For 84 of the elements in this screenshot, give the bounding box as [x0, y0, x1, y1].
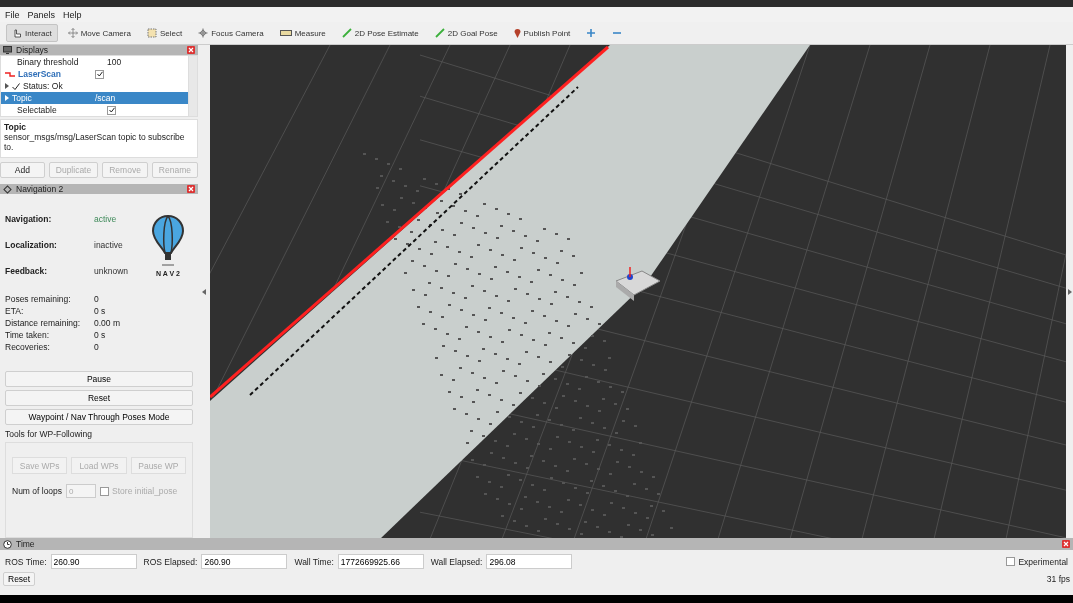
- stat-label: ETA:: [5, 306, 25, 316]
- row-label: Topic: [1, 93, 95, 103]
- menu-item[interactable]: Panels: [27, 9, 56, 20]
- robot-drawing: [615, 266, 661, 301]
- checkbox[interactable]: [107, 105, 116, 115]
- ruler-icon: [279, 30, 292, 36]
- navigation-button[interactable]: Waypoint / Nav Through Poses Mode: [5, 409, 193, 425]
- toolbar-tool-button[interactable]: Move Camera: [61, 24, 137, 42]
- row-label: Binary threshold: [16, 57, 80, 67]
- panel-title: Time: [16, 539, 35, 549]
- stat-label: Distance remaining:: [5, 318, 82, 328]
- status-label: Navigation:: [5, 214, 53, 224]
- clock-icon: [3, 539, 12, 549]
- status-label: Localization:: [5, 240, 58, 250]
- row-label: LaserScan: [1, 69, 95, 79]
- navigation-button[interactable]: Reset: [5, 390, 193, 406]
- row-value: 100: [107, 57, 122, 67]
- close-icon[interactable]: [1062, 540, 1070, 548]
- selection-box-icon: [146, 28, 157, 38]
- description-title: Topic: [4, 122, 28, 132]
- toolbar-tool-button[interactable]: Focus Camera: [192, 24, 270, 42]
- time-input-field[interactable]: 260.90: [50, 554, 137, 569]
- toolbar-tool-button[interactable]: Measure: [273, 24, 332, 42]
- status-value: unknown: [94, 266, 129, 276]
- stat-label: Poses remaining:: [5, 294, 72, 304]
- cursor-hand-icon: [12, 28, 22, 38]
- panel-title: Displays: [16, 45, 49, 55]
- crosshair-icon: [198, 28, 209, 38]
- balloon-logo-icon: [151, 214, 185, 266]
- experimental-checkbox[interactable]: Experimental: [1006, 556, 1068, 567]
- time-input-field[interactable]: 260.90: [201, 554, 288, 569]
- toolbar-tool-button[interactable]: Interact: [6, 24, 58, 42]
- time-label: Wall Elapsed:: [430, 556, 483, 567]
- menu-item[interactable]: File: [5, 9, 20, 20]
- checkmark-icon: [12, 82, 20, 90]
- collapse-arrow-icon[interactable]: [1067, 288, 1072, 295]
- time-input-field[interactable]: 1772669925.66: [337, 554, 424, 569]
- stat-label: Recoveries:: [5, 342, 51, 352]
- time-label: ROS Time:: [5, 556, 47, 567]
- stat-value: 0: [94, 294, 99, 304]
- monitor-icon: [3, 46, 12, 54]
- laser-icon: [5, 71, 15, 77]
- status-value: active: [94, 214, 117, 224]
- stat-value: 0.00 m: [94, 318, 120, 328]
- reset-button[interactable]: Reset: [3, 572, 36, 586]
- tree-row[interactable]: LaserScan: [1, 68, 188, 80]
- toolbar-tool-button[interactable]: 2D Pose Estimate: [335, 24, 425, 42]
- toolbar-tool-button[interactable]: Publish Point: [507, 24, 577, 42]
- map-pin-icon: [513, 28, 521, 38]
- navigation-button[interactable]: Pause: [5, 371, 193, 387]
- toolbar-tool-button[interactable]: Select: [140, 24, 189, 42]
- row-label: Status: Ok: [1, 81, 95, 91]
- move-arrows-icon: [67, 28, 78, 38]
- tree-row[interactable]: Binary threshold 100: [1, 56, 188, 68]
- close-icon[interactable]: [187, 185, 195, 193]
- time-label: ROS Elapsed:: [143, 556, 198, 567]
- menu-item[interactable]: Help: [63, 9, 82, 20]
- row-label: Selectable: [16, 105, 58, 115]
- panel-title: Navigation 2: [16, 184, 64, 194]
- stat-value: 0 s: [94, 306, 106, 316]
- tree-row[interactable]: Topic /scan: [1, 92, 188, 104]
- time-label: Wall Time:: [294, 556, 334, 567]
- viewport-3d-scene[interactable]: [210, 45, 1066, 539]
- stat-label: Time taken:: [5, 330, 51, 340]
- row-value: /scan: [95, 93, 116, 103]
- close-icon[interactable]: [187, 46, 195, 54]
- tree-row[interactable]: Selectable: [1, 104, 188, 116]
- collapse-arrow-icon[interactable]: [202, 288, 206, 295]
- plus-icon: [586, 28, 597, 38]
- fps-counter: 31 fps: [1046, 574, 1070, 584]
- checkbox[interactable]: [95, 69, 104, 79]
- tree-row[interactable]: Status: Ok: [1, 80, 188, 92]
- description-text: sensor_msgs/msg/LaserScan topic to subscribe to.: [4, 132, 186, 152]
- status-label: Feedback:: [5, 266, 49, 276]
- stat-value: 0 s: [94, 330, 106, 340]
- scrollbar[interactable]: [188, 56, 197, 116]
- diamond-icon: [3, 184, 12, 194]
- loops-label: Num of loops: [12, 486, 63, 496]
- group-title: Tools for WP-Following: [5, 429, 93, 439]
- display-action-button[interactable]: Add: [0, 162, 45, 178]
- toolbar-tool-button[interactable]: 2D Goal Pose: [428, 24, 504, 42]
- time-input-field[interactable]: 296.08: [486, 554, 573, 569]
- stat-value: 0: [94, 342, 99, 352]
- status-value: inactive: [94, 240, 123, 250]
